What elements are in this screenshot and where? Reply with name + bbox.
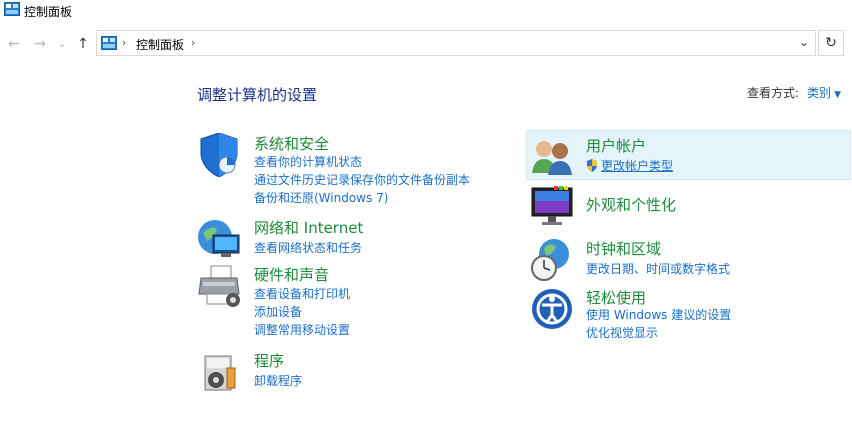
link-change-account-type[interactable]: 更改帐户类型 xyxy=(586,157,673,174)
category-user-accounts: 用户帐户 更改帐户类型 xyxy=(530,135,830,179)
category-title[interactable]: 时钟和区域 xyxy=(586,238,661,259)
category-title[interactable]: 系统和安全 xyxy=(254,133,329,154)
link-label[interactable]: 更改帐户类型 xyxy=(601,159,673,173)
category-title[interactable]: 程序 xyxy=(254,350,284,371)
navigation-bar: ← → ⌄ ↑ › 控制面板 › ⌄ ↻ xyxy=(0,28,852,60)
uac-shield-icon xyxy=(587,159,597,172)
title-bar: 控制面板 xyxy=(0,0,852,22)
forward-button[interactable]: → xyxy=(32,34,48,54)
category-title[interactable]: 硬件和声音 xyxy=(254,264,329,285)
shield-icon[interactable] xyxy=(197,133,241,177)
address-bar[interactable]: › 控制面板 › ⌄ xyxy=(96,30,816,56)
address-separator[interactable]: › xyxy=(191,36,195,49)
category-programs: 程序 卸载程序 xyxy=(197,350,497,394)
up-button[interactable]: ↑ xyxy=(74,34,92,54)
view-by: 查看方式: 类别 ▼ xyxy=(747,84,841,101)
page-title: 调整计算机的设置 xyxy=(197,86,318,104)
users-icon[interactable] xyxy=(530,135,574,179)
ease-of-access-icon[interactable] xyxy=(530,287,574,331)
category-hardware-sound: 硬件和声音 查看设备和打印机 添加设备 调整常用移动设置 xyxy=(197,264,497,340)
category-title[interactable]: 用户帐户 xyxy=(586,135,646,156)
category-system-security: 系统和安全 查看你的计算机状态 通过文件历史记录保存你的文件备份副本 备份和还原… xyxy=(197,133,497,209)
category-title[interactable]: 网络和 Internet xyxy=(254,217,363,238)
programs-icon[interactable] xyxy=(197,350,241,394)
address-dropdown-button[interactable]: ⌄ xyxy=(799,35,809,49)
breadcrumb-control-panel[interactable]: 控制面板 xyxy=(136,36,184,53)
address-separator[interactable]: › xyxy=(122,36,126,49)
link-change-date-time-format[interactable]: 更改日期、时间或数字格式 xyxy=(586,260,730,277)
control-panel-icon xyxy=(4,2,20,16)
category-title[interactable]: 外观和个性化 xyxy=(586,194,676,215)
refresh-button[interactable]: ↻ xyxy=(818,30,844,56)
link-mobility-settings[interactable]: 调整常用移动设置 xyxy=(254,321,350,338)
link-devices-printers[interactable]: 查看设备和打印机 xyxy=(254,285,350,302)
chevron-down-icon[interactable]: ▼ xyxy=(834,90,841,100)
recent-locations-button[interactable]: ⌄ xyxy=(56,34,68,54)
link-view-computer-status[interactable]: 查看你的计算机状态 xyxy=(254,153,362,170)
view-by-label: 查看方式: xyxy=(747,86,800,100)
window-title: 控制面板 xyxy=(24,5,73,19)
back-button[interactable]: ← xyxy=(6,34,22,54)
link-uninstall-program[interactable]: 卸载程序 xyxy=(254,372,302,389)
category-title[interactable]: 轻松使用 xyxy=(586,287,646,308)
link-backup-restore[interactable]: 备份和还原(Windows 7) xyxy=(254,189,388,206)
link-network-status[interactable]: 查看网络状态和任务 xyxy=(254,239,362,256)
link-file-history[interactable]: 通过文件历史记录保存你的文件备份副本 xyxy=(254,171,470,188)
control-panel-icon xyxy=(101,36,117,50)
link-recommended-settings[interactable]: 使用 Windows 建议的设置 xyxy=(586,306,731,323)
clock-globe-icon[interactable] xyxy=(530,238,574,282)
link-optimize-visual-display[interactable]: 优化视觉显示 xyxy=(586,324,658,341)
link-add-device[interactable]: 添加设备 xyxy=(254,303,302,320)
globe-network-icon[interactable] xyxy=(197,217,241,261)
category-ease-of-access: 轻松使用 使用 Windows 建议的设置 优化视觉显示 xyxy=(530,287,830,343)
monitor-personalize-icon[interactable] xyxy=(530,184,574,228)
view-by-dropdown[interactable]: 类别 xyxy=(807,86,831,100)
printer-icon[interactable] xyxy=(197,264,241,308)
category-network-internet: 网络和 Internet 查看网络状态和任务 xyxy=(197,217,497,261)
category-appearance: 外观和个性化 xyxy=(530,184,830,228)
category-clock-region: 时钟和区域 更改日期、时间或数字格式 xyxy=(530,238,830,282)
